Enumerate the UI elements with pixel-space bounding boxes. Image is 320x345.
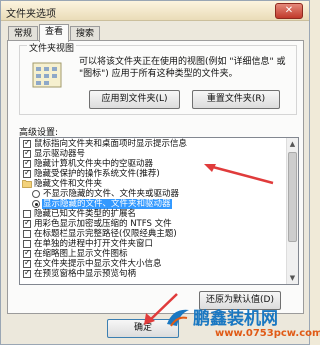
setting-label: 在标题栏显示完整路径(仅限经典主题): [34, 229, 177, 239]
list-item[interactable]: 在文件夹提示中显示文件大小信息: [20, 258, 282, 269]
apply-to-folders-button[interactable]: 应用到文件夹(L): [89, 90, 180, 109]
checkbox[interactable]: [23, 240, 31, 248]
title-bar: 文件夹选项 ✕: [1, 1, 309, 21]
setting-label: 在预览窗格中显示预览句柄: [34, 269, 137, 279]
setting-label-selected: 显示隐藏的文件、文件夹和驱动器: [42, 199, 172, 209]
scroll-up-arrow-icon[interactable]: ▲: [287, 138, 298, 150]
vertical-scrollbar[interactable]: ▲ ▼: [286, 138, 298, 284]
reset-folders-button[interactable]: 重置文件夹(R): [192, 90, 280, 109]
list-item[interactable]: 在预览窗格中显示预览句柄: [20, 268, 282, 279]
radio-button[interactable]: [32, 200, 40, 208]
scroll-down-arrow-icon[interactable]: ▼: [287, 272, 298, 284]
checkbox[interactable]: [23, 248, 31, 258]
watermark: 鹏鑫装机网 www.0753pcw.com: [163, 304, 320, 344]
setting-label: 鼠标指向文件夹和桌面项时显示提示信息: [34, 139, 188, 149]
setting-label: 不显示隐藏的文件、文件夹或驱动器: [43, 189, 180, 199]
list-item[interactable]: 不显示隐藏的文件、文件夹或驱动器: [20, 189, 282, 199]
setting-label: 在缩略图上显示文件图标: [34, 249, 128, 259]
setting-label: 隐藏受保护的操作系统文件(推荐): [34, 169, 160, 179]
folder-views-description: 可以将该文件夹正在使用的视图(例如 "详细信息" 或 "图标") 应用于所有这种…: [79, 57, 286, 79]
folder-view-icon: [32, 62, 62, 88]
list-item[interactable]: 在缩略图上显示文件图标: [20, 248, 282, 259]
watermark-logo-icon: [167, 309, 189, 327]
close-button[interactable]: ✕: [275, 3, 303, 19]
checkbox[interactable]: [23, 210, 31, 218]
list-item[interactable]: 隐藏计算机文件夹中的空驱动器: [20, 158, 282, 169]
watermark-title: 鹏鑫装机网: [193, 309, 278, 329]
setting-label: 显示驱动器号: [34, 149, 86, 159]
folder-options-window: 文件夹选项 ✕ 常规 查看 搜索 文件夹视图 可以将该文件夹正在使用的视图(例如…: [0, 0, 320, 345]
checkbox[interactable]: [23, 230, 31, 238]
list-item[interactable]: 隐藏已知文件类型的扩展名: [20, 209, 282, 219]
checkbox[interactable]: [23, 158, 31, 168]
folder-views-label: 文件夹视图: [27, 41, 77, 54]
watermark-url: www.0753pcw.com: [215, 328, 320, 339]
checkbox[interactable]: [23, 268, 31, 278]
folder-icon: [22, 180, 32, 188]
list-item[interactable]: 显示驱动器号: [20, 148, 282, 159]
checkbox[interactable]: [23, 138, 31, 148]
list-item: 隐藏文件和文件夹: [20, 179, 282, 189]
tab-strip: 常规 查看 搜索: [8, 24, 101, 42]
setting-label: 用彩色显示加密或压缩的 NTFS 文件: [34, 219, 172, 229]
setting-label: 在文件夹提示中显示文件大小信息: [34, 259, 162, 269]
advanced-settings-tree[interactable]: 鼠标指向文件夹和桌面项时显示提示信息 显示驱动器号 隐藏计算机文件夹中的空驱动器…: [19, 137, 299, 285]
checkbox[interactable]: [23, 258, 31, 268]
window-title: 文件夹选项: [6, 9, 56, 20]
tab-view[interactable]: 查看: [39, 24, 70, 42]
scrollbar-thumb[interactable]: [288, 152, 297, 242]
list-item[interactable]: 显示隐藏的文件、文件夹和驱动器: [20, 199, 282, 209]
checkbox[interactable]: [23, 218, 31, 228]
list-item[interactable]: 鼠标指向文件夹和桌面项时显示提示信息: [20, 138, 282, 149]
radio-button[interactable]: [32, 190, 40, 198]
list-item[interactable]: 在单独的进程中打开文件夹窗口: [20, 239, 282, 249]
setting-label: 隐藏计算机文件夹中的空驱动器: [34, 159, 154, 169]
setting-label: 在单独的进程中打开文件夹窗口: [34, 239, 154, 249]
checkbox[interactable]: [23, 148, 31, 158]
setting-group-label: 隐藏文件和文件夹: [34, 179, 103, 189]
list-item[interactable]: 隐藏受保护的操作系统文件(推荐): [20, 168, 282, 179]
setting-label: 隐藏已知文件类型的扩展名: [34, 209, 137, 219]
list-item[interactable]: 在标题栏显示完整路径(仅限经典主题): [20, 229, 282, 239]
list-item[interactable]: 用彩色显示加密或压缩的 NTFS 文件: [20, 218, 282, 229]
checkbox[interactable]: [23, 168, 31, 178]
